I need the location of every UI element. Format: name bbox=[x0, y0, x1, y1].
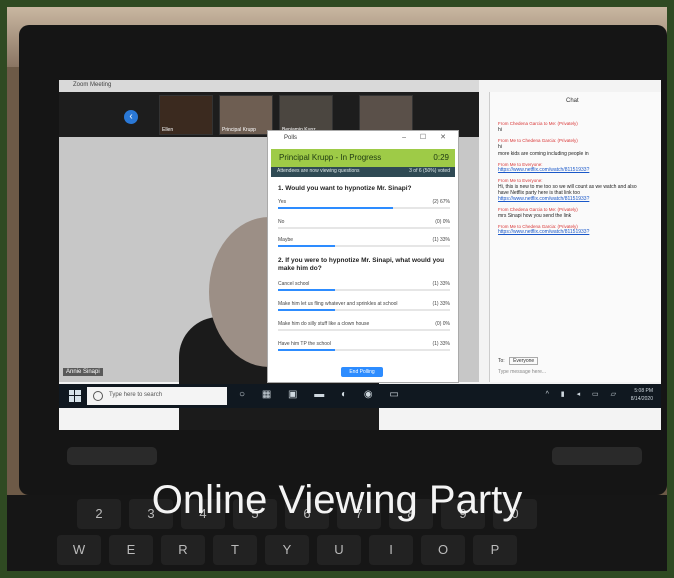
poll-window-title: Polls bbox=[284, 135, 298, 141]
poll-option: Make him let us fling whatever and sprin… bbox=[278, 301, 450, 312]
poll-option-percent: (1) 33% bbox=[432, 237, 450, 243]
keyboard-key: E bbox=[109, 535, 153, 565]
poll-option-label: No bbox=[278, 219, 285, 225]
participant-name: Principal Krupp bbox=[222, 127, 256, 133]
laptop-lid: Zoom Meeting ‹ Ellen Principal Krupp Ben… bbox=[19, 25, 667, 495]
poll-window: Polls – ☐ ✕ Principal Krupp - In Progres… bbox=[267, 130, 459, 383]
poll-option-percent: (1) 33% bbox=[432, 341, 450, 347]
chat-link[interactable]: https://www.netflix.com/watch/81151933? bbox=[498, 196, 648, 202]
chat-link[interactable]: https://www.netflix.com/watch/81151933? bbox=[498, 167, 648, 173]
poll-option-bar bbox=[278, 289, 450, 291]
poll-option-bar bbox=[278, 207, 450, 209]
chat-to-label: To: bbox=[498, 358, 505, 364]
chat-sender: From Me to Chedena Garcia: (Privately) bbox=[498, 138, 578, 143]
chat-message-text: more kids are coming including people in bbox=[498, 151, 589, 157]
poll-header: Principal Krupp - In Progress 0:29 bbox=[271, 149, 455, 167]
participant-thumbnail[interactable] bbox=[359, 95, 413, 135]
taskbar-app-icons[interactable]: ○ ▦ ▣ ▬ ◐ ◉ ▭ bbox=[239, 389, 406, 400]
poll-option: No (0) 0% bbox=[278, 219, 450, 230]
poll-option: Have him TP the school (1) 33% bbox=[278, 341, 450, 352]
keyboard-key: W bbox=[57, 535, 101, 565]
window-controls[interactable]: – ☐ ✕ bbox=[402, 133, 452, 141]
zoom-titlebar: Zoom Meeting bbox=[59, 80, 479, 92]
poll-option-percent: (0) 0% bbox=[435, 219, 450, 225]
caption-overlay: Online Viewing Party bbox=[0, 478, 674, 538]
taskbar-date: 8/14/2020 bbox=[630, 396, 653, 402]
participant-name: Ellen bbox=[162, 127, 174, 133]
poll-option-fill bbox=[278, 289, 335, 291]
poll-option-label: Make him do silly stuff like a clown hou… bbox=[278, 321, 370, 327]
poll-option-percent: (1) 33% bbox=[432, 301, 450, 307]
poll-vote-count: 3 of 6 (50%) voted bbox=[409, 168, 450, 174]
chat-to-select[interactable]: Everyone bbox=[509, 357, 539, 365]
back-arrow-icon[interactable]: ‹ bbox=[124, 110, 138, 124]
poll-option: Make him do silly stuff like a clown hou… bbox=[278, 321, 450, 332]
taskbar-search[interactable]: Type here to search bbox=[87, 387, 227, 405]
participant-thumbnail[interactable]: Principal Krupp bbox=[219, 95, 273, 135]
poll-option-percent: (1) 33% bbox=[432, 281, 450, 287]
participant-thumbnail[interactable]: Ellen bbox=[159, 95, 213, 135]
taskbar-time: 5:08 PM bbox=[634, 388, 653, 394]
laptop-hinge bbox=[67, 447, 157, 465]
poll-option-fill bbox=[278, 207, 394, 209]
chat-recipient: To: Everyone bbox=[498, 357, 539, 365]
keyboard-key: T bbox=[213, 535, 257, 565]
poll-status-bar: Attendees are now viewing questions 3 of… bbox=[271, 167, 455, 177]
chat-message-text: hi bbox=[498, 144, 502, 150]
laptop-screen: Zoom Meeting ‹ Ellen Principal Krupp Ben… bbox=[59, 80, 661, 430]
end-polling-button[interactable]: End Polling bbox=[341, 367, 383, 377]
keyboard-key: U bbox=[317, 535, 361, 565]
poll-option-fill bbox=[278, 349, 335, 351]
poll-question: 2. If you were to hypnotize Mr. Sinapi, … bbox=[278, 257, 445, 272]
poll-option-label: Yes bbox=[278, 199, 287, 205]
chat-link[interactable]: https://www.netflix.com/watch/81151933? bbox=[498, 229, 648, 235]
windows-start-icon[interactable] bbox=[69, 390, 81, 402]
system-tray-icons[interactable]: ^ ▮ ◂ ▭ ▱ bbox=[546, 390, 621, 398]
chat-sender: From Chedena Garcia to Me: (Privately) bbox=[498, 121, 578, 126]
keyboard-key: P bbox=[473, 535, 517, 565]
poll-option-fill bbox=[278, 245, 335, 247]
taskbar-search-placeholder: Type here to search bbox=[109, 392, 163, 398]
taskbar-clock[interactable]: 5:08 PM 8/14/2020 bbox=[631, 387, 653, 403]
search-icon bbox=[93, 391, 103, 401]
poll-option-bar bbox=[278, 227, 450, 229]
poll-option-fill bbox=[278, 309, 335, 311]
poll-option-bar bbox=[278, 245, 450, 247]
main-video-name: Annie Sinapi bbox=[63, 368, 103, 376]
keyboard-key: R bbox=[161, 535, 205, 565]
poll-option-label: Make him let us fling whatever and sprin… bbox=[278, 301, 398, 307]
poll-option: Yes (2) 67% bbox=[278, 199, 450, 210]
chat-sender: From Chedena Garcia to Me: (Privately) bbox=[498, 207, 578, 212]
poll-option-label: Have him TP the school bbox=[278, 341, 331, 347]
poll-host: Principal Krupp - In Progress bbox=[279, 153, 382, 162]
poll-option-label: Maybe bbox=[278, 237, 294, 243]
participant-thumbnail[interactable]: Benjamin Kunz bbox=[279, 95, 333, 135]
poll-question: 1. Would you want to hypnotize Mr. Sinap… bbox=[278, 185, 412, 192]
poll-note: Attendees are now viewing questions bbox=[277, 168, 360, 174]
keyboard-key: O bbox=[421, 535, 465, 565]
chat-sender: From Me to Everyone: bbox=[498, 178, 543, 183]
poll-option-bar bbox=[278, 309, 450, 311]
zoom-window-title: Zoom Meeting bbox=[73, 82, 112, 88]
poll-option-label: Cancel school bbox=[278, 281, 310, 287]
poll-option: Maybe (1) 33% bbox=[278, 237, 450, 248]
poll-option-percent: (0) 0% bbox=[435, 321, 450, 327]
chat-message-text: mrs Sinapi how you send the link bbox=[498, 213, 572, 219]
windows-taskbar: Type here to search ○ ▦ ▣ ▬ ◐ ◉ ▭ ^ ▮ ◂ … bbox=[59, 384, 661, 408]
chat-message-text: hi bbox=[498, 127, 502, 133]
poll-option-bar bbox=[278, 349, 450, 351]
caption-text: Online Viewing Party bbox=[151, 478, 523, 522]
chat-panel: Chat From Chedena Garcia to Me: (Private… bbox=[489, 92, 661, 382]
chat-title: Chat bbox=[566, 98, 579, 104]
chat-message-text: Hi, this is new to me too so we will cou… bbox=[498, 184, 637, 196]
keyboard-key: Y bbox=[265, 535, 309, 565]
chat-messages: From Chedena Garcia to Me: (Privately) h… bbox=[498, 116, 648, 235]
poll-timer: 0:29 bbox=[433, 153, 449, 162]
laptop-hinge bbox=[552, 447, 642, 465]
keyboard-key: I bbox=[369, 535, 413, 565]
poll-option: Cancel school (1) 33% bbox=[278, 281, 450, 292]
chat-input[interactable]: Type message here... bbox=[498, 369, 546, 375]
poll-option-percent: (2) 67% bbox=[432, 199, 450, 205]
poll-option-bar bbox=[278, 329, 450, 331]
